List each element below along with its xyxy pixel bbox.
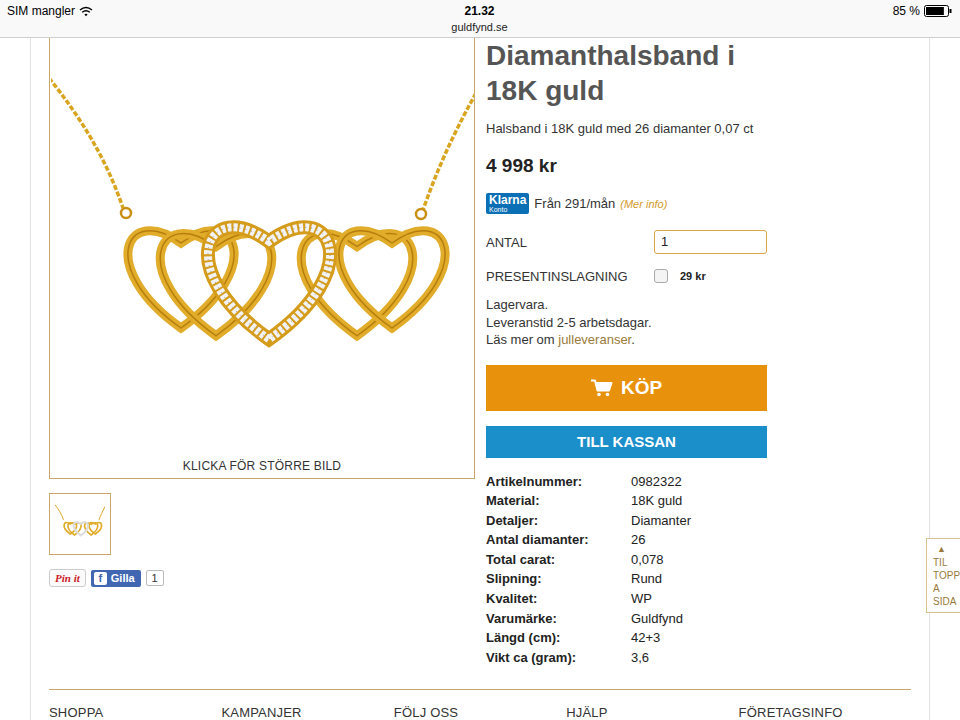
spec-row: Detaljer: Diamanter (486, 511, 776, 531)
klarna-logo-icon: Klarna Konto (486, 193, 529, 214)
spec-row: Slipning: Rund (486, 569, 776, 589)
stock-status: Lagervara. (486, 296, 776, 314)
quantity-input[interactable]: 1 (654, 230, 767, 254)
spec-row: Varumärke: Guldfynd (486, 609, 776, 629)
spec-label: Artikelnummer: (486, 472, 631, 492)
delivery-time: Leveranstid 2-5 arbetsdagar. (486, 314, 776, 332)
spec-label: Detaljer: (486, 511, 631, 531)
product-image[interactable]: KLICKA FÖR STÖRRE BILD (49, 38, 475, 479)
spec-value: Diamanter (631, 511, 776, 531)
product-subtitle: Halsband i 18K guld med 26 diamanter 0,0… (486, 120, 776, 137)
thumbnail[interactable] (49, 493, 111, 555)
footer-heading[interactable]: FÖLJ OSS (394, 705, 566, 720)
product-title: Diamanthalsband i 18K guld (486, 38, 776, 108)
wifi-icon (79, 6, 93, 17)
spec-value: 3,6 (631, 648, 776, 668)
spec-label: Kvalitet: (486, 589, 631, 609)
clock: 21.32 (464, 2, 494, 18)
price: 4 998 kr (486, 155, 776, 177)
spec-row: Vikt ca (gram): 3,6 (486, 648, 776, 668)
spec-value: 42+3 (631, 628, 776, 648)
gift-wrap-checkbox[interactable] (654, 269, 668, 283)
social-bar: Pin it f Gilla 1 (49, 569, 475, 587)
spec-value: 0,078 (631, 550, 776, 570)
quantity-label: ANTAL (486, 235, 654, 250)
spec-value: Rund (631, 569, 776, 589)
scroll-to-top-text: SIDA (933, 595, 960, 608)
spec-table: Artikelnummer: 0982322Material: 18K guld… (486, 472, 776, 668)
spec-value: 26 (631, 530, 776, 550)
spec-label: Vikt ca (gram): (486, 648, 631, 668)
stock-info: Lagervara. Leveranstid 2-5 arbetsdagar. … (486, 296, 776, 349)
checkout-button[interactable]: TILL KASSAN (486, 426, 767, 458)
spec-value: 18K guld (631, 491, 776, 511)
footer-heading[interactable]: HJÄLP (566, 705, 738, 720)
footer-heading[interactable]: FÖRETAGSINFO (739, 705, 911, 720)
spec-row: Kvalitet: WP (486, 589, 776, 609)
scroll-to-top-text: TOPP (933, 569, 960, 582)
spec-value: Guldfynd (631, 609, 776, 629)
battery-icon (924, 5, 952, 17)
spec-label: Längd (cm): (486, 628, 631, 648)
christmas-delivery-link[interactable]: julleveranser (558, 332, 631, 347)
screen: SIM mangler 21.32 guldfynd.se 85 % KLICK… (0, 0, 960, 720)
footer-heading[interactable]: SHOPPA (49, 705, 221, 720)
spec-label: Total carat: (486, 550, 631, 570)
product-info: Diamanthalsband i 18K guld Halsband i 18… (486, 38, 776, 689)
battery-percent: 85 % (893, 4, 920, 18)
like-count: 1 (146, 570, 164, 586)
delivery-more: Läs mer om julleveranser. (486, 331, 776, 349)
product-section: KLICKA FÖR STÖRRE BILD Pin it f Gilla 1 … (49, 38, 911, 689)
scroll-to-top-text: TIL (933, 556, 960, 569)
footer: SHOPPAKAMPANJERFÖLJ OSSHJÄLPFÖRETAGSINFO (49, 689, 911, 720)
gift-wrap-price: 29 kr (680, 270, 706, 282)
status-bar: SIM mangler 21.32 guldfynd.se 85 % (0, 0, 960, 38)
klarna-more-info[interactable]: (Mer info) (620, 198, 667, 210)
cart-icon (591, 379, 613, 397)
footer-heading[interactable]: KAMPANJER (221, 705, 393, 720)
klarna-text: Från 291/mån (534, 196, 615, 211)
spec-label: Varumärke: (486, 609, 631, 629)
spec-value: 0982322 (631, 472, 776, 492)
scroll-to-top-text: A (933, 582, 960, 595)
spec-row: Artikelnummer: 0982322 (486, 472, 776, 492)
spec-label: Antal diamanter: (486, 530, 631, 550)
necklace-thumbnail-icon (55, 499, 105, 549)
url-bar[interactable]: guldfynd.se (451, 18, 507, 34)
arrow-up-icon: ▲ (933, 543, 960, 556)
spec-label: Material: (486, 491, 631, 511)
buy-button[interactable]: KÖP (486, 365, 767, 411)
thumbnail-list (49, 493, 475, 555)
image-caption[interactable]: KLICKA FÖR STÖRRE BILD (183, 448, 341, 473)
spec-row: Antal diamanter: 26 (486, 530, 776, 550)
gift-wrap-row: PRESENTINSLAGNING 29 kr (486, 264, 776, 288)
necklace-picture (51, 38, 474, 448)
spec-row: Material: 18K guld (486, 491, 776, 511)
page: KLICKA FÖR STÖRRE BILD Pin it f Gilla 1 … (30, 38, 930, 720)
spec-value: WP (631, 589, 776, 609)
spec-row: Total carat: 0,078 (486, 550, 776, 570)
facebook-like-button[interactable]: f Gilla (91, 570, 141, 587)
klarna-row: Klarna Konto Från 291/mån (Mer info) (486, 193, 776, 214)
carrier: SIM mangler (7, 4, 75, 18)
quantity-row: ANTAL 1 (486, 230, 776, 254)
pin-it-button[interactable]: Pin it (49, 569, 86, 587)
gallery: KLICKA FÖR STÖRRE BILD Pin it f Gilla 1 (49, 38, 475, 689)
gift-wrap-label: PRESENTINSLAGNING (486, 269, 654, 284)
spec-label: Slipning: (486, 569, 631, 589)
scroll-to-top-tab[interactable]: ▲ TILTOPPASIDA (926, 538, 960, 613)
facebook-icon: f (94, 572, 107, 585)
spec-row: Längd (cm): 42+3 (486, 628, 776, 648)
